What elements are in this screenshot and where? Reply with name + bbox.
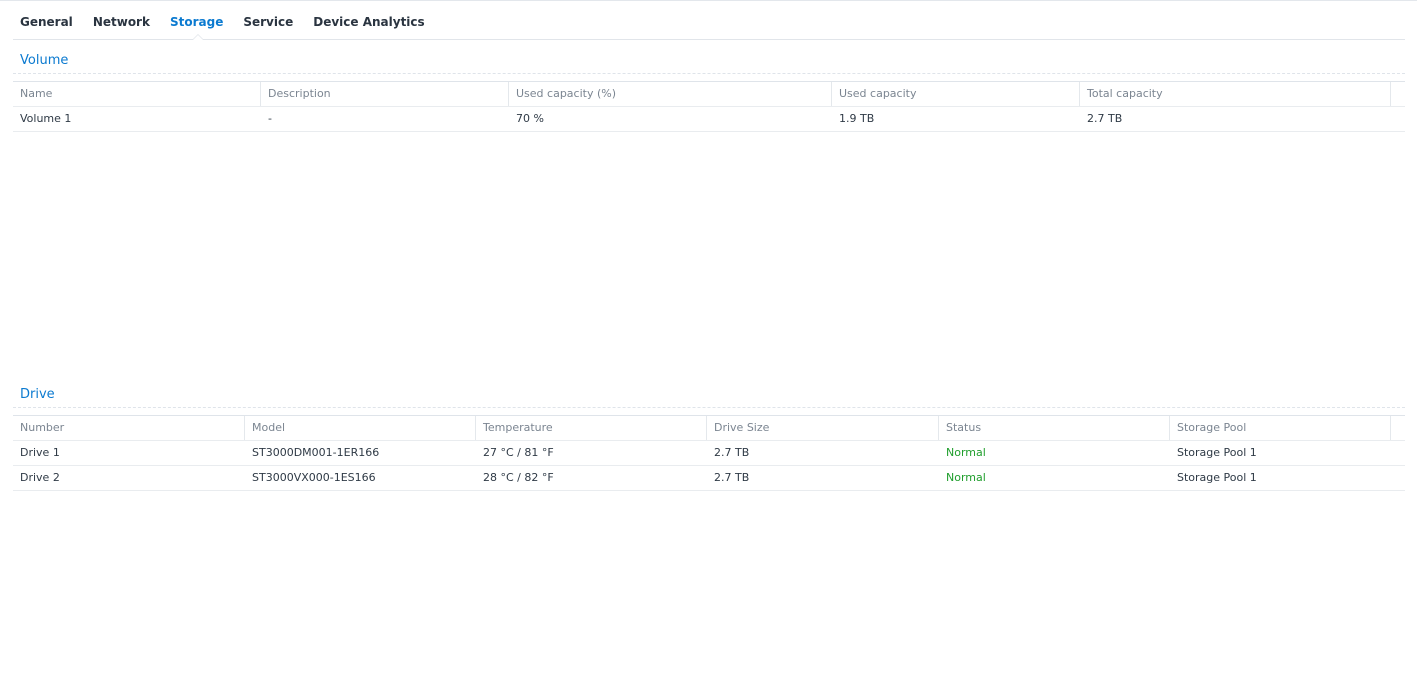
column-header-filler [1391,416,1405,440]
tab-storage[interactable]: Storage [163,1,233,40]
volume-name: Volume 1 [20,112,72,125]
drive-temperature: 28 °C / 82 °F [483,471,554,484]
table-row[interactable]: Drive 1 ST3000DM001-1ER166 27 °C / 81 °F… [13,441,1405,466]
drive-number: Drive 2 [20,471,60,484]
column-header-storage-pool[interactable]: Storage Pool [1170,416,1391,440]
column-header-number[interactable]: Number [13,416,245,440]
tab-network[interactable]: Network [86,1,160,39]
column-header-total-capacity[interactable]: Total capacity [1080,82,1391,106]
table-row[interactable]: Volume 1 - 70 % 1.9 TB 2.7 TB [13,107,1405,132]
tab-service[interactable]: Service [236,1,303,39]
table-row[interactable]: Drive 2 ST3000VX000-1ES166 28 °C / 82 °F… [13,466,1405,491]
column-header-description[interactable]: Description [261,82,509,106]
volume-total-capacity: 2.7 TB [1087,112,1123,125]
volume-used-capacity: 1.9 TB [839,112,875,125]
volume-description: - [268,112,272,125]
volume-used-pct: 70 % [516,112,544,125]
drive-model: ST3000VX000-1ES166 [252,471,376,484]
tab-device-analytics[interactable]: Device Analytics [306,1,434,39]
column-header-drive-size[interactable]: Drive Size [707,416,939,440]
drive-temperature: 27 °C / 81 °F [483,446,554,459]
volume-section-title: Volume [13,41,1405,74]
tab-bar: General Network Storage Service Device A… [13,1,1405,40]
column-header-name[interactable]: Name [13,82,261,106]
column-header-filler [1391,82,1405,106]
column-header-used-capacity[interactable]: Used capacity [832,82,1080,106]
column-header-temperature[interactable]: Temperature [476,416,707,440]
drive-section: Drive Number Model Temperature Drive Siz… [13,375,1405,491]
volume-table-header: Name Description Used capacity (%) Used … [13,82,1405,107]
column-header-model[interactable]: Model [245,416,476,440]
column-header-used-capacity-pct[interactable]: Used capacity (%) [509,82,832,106]
drive-size: 2.7 TB [714,471,750,484]
status-badge: Normal [946,446,986,459]
volume-section: Volume Name Description Used capacity (%… [13,41,1405,132]
drive-number: Drive 1 [20,446,60,459]
drive-table-header: Number Model Temperature Drive Size Stat… [13,416,1405,441]
drive-model: ST3000DM001-1ER166 [252,446,380,459]
drive-size: 2.7 TB [714,446,750,459]
drive-section-title: Drive [13,375,1405,408]
column-header-status[interactable]: Status [939,416,1170,440]
drive-table: Number Model Temperature Drive Size Stat… [13,415,1405,491]
tab-general[interactable]: General [13,1,83,39]
volume-table: Name Description Used capacity (%) Used … [13,81,1405,132]
drive-storage-pool: Storage Pool 1 [1177,471,1257,484]
drive-storage-pool: Storage Pool 1 [1177,446,1257,459]
status-badge: Normal [946,471,986,484]
